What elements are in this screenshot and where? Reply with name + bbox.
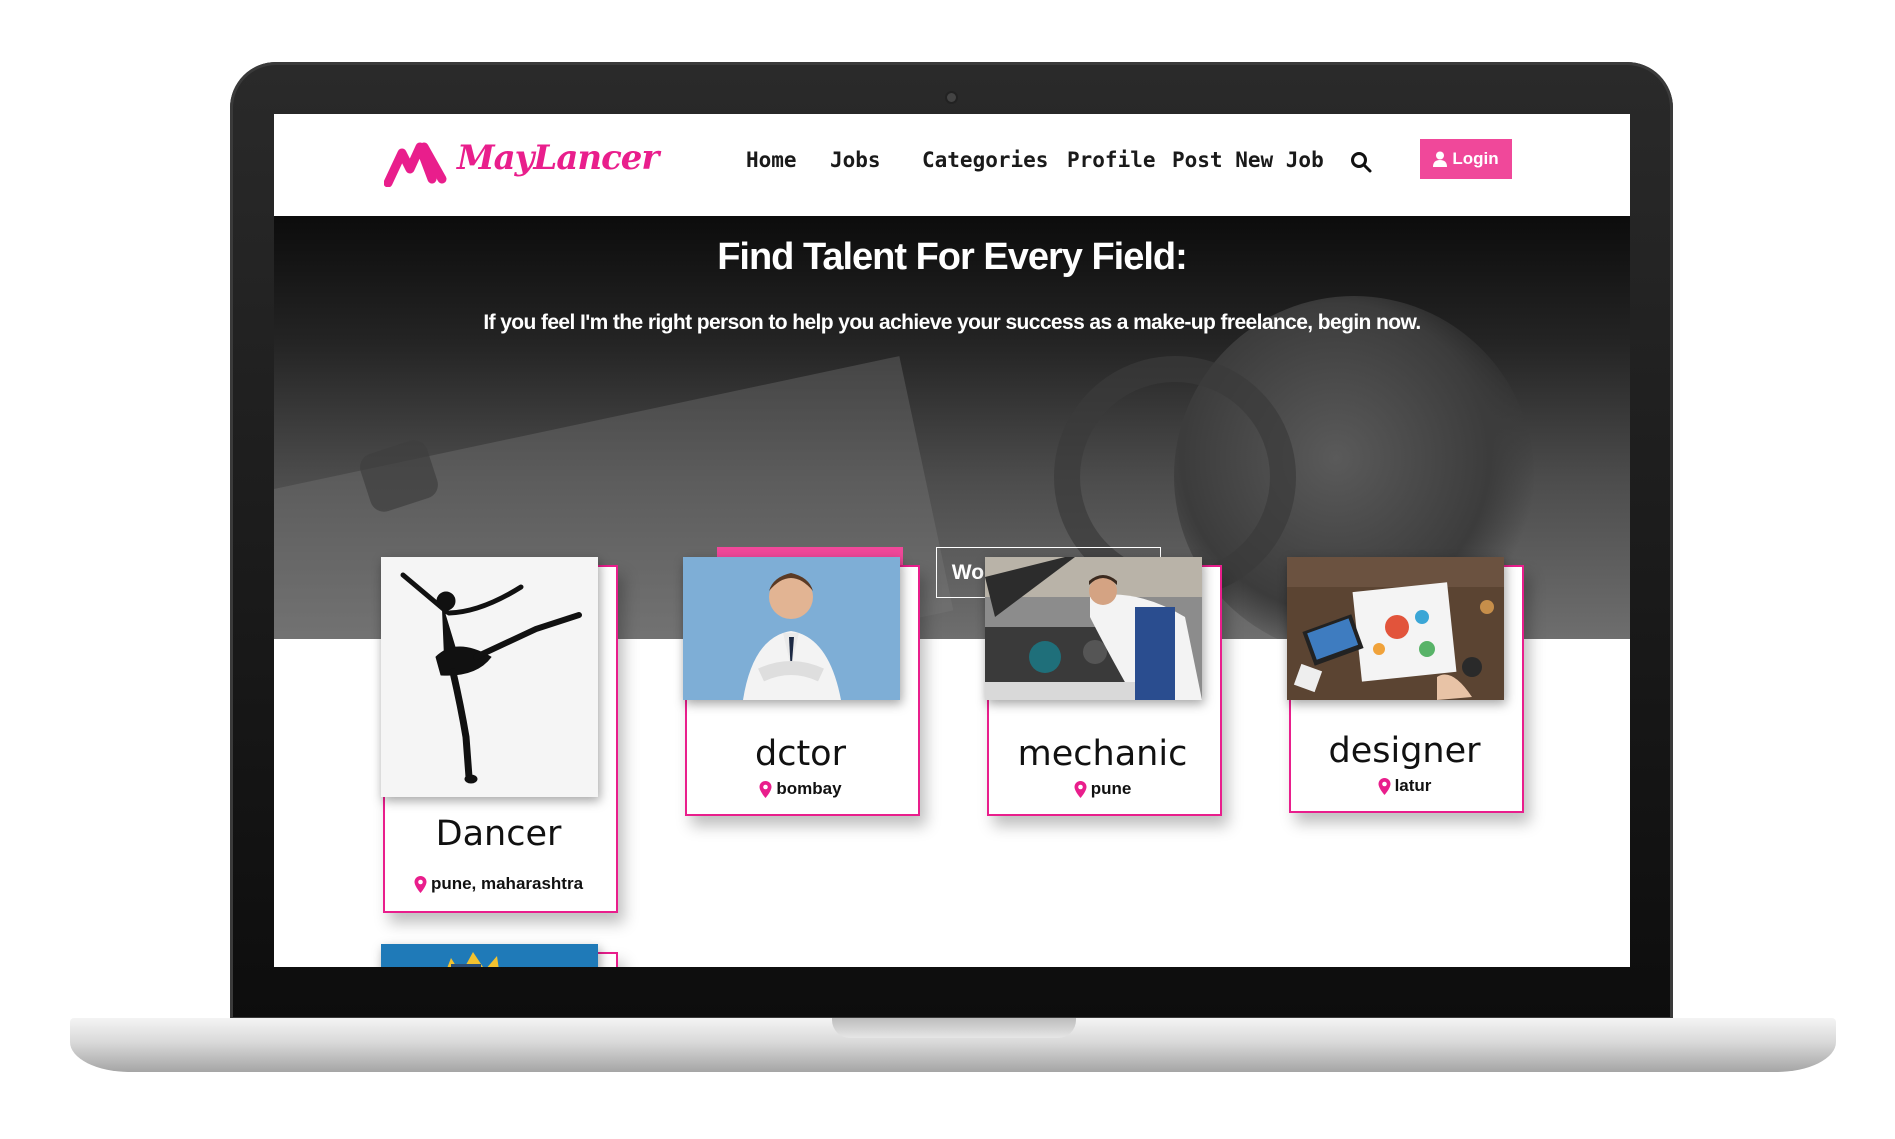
card-location: pune: [987, 779, 1218, 799]
mechanic-photo-icon: [985, 557, 1202, 700]
card-location: pune, maharashtra: [383, 874, 614, 894]
card-image-designer[interactable]: [1287, 557, 1504, 700]
card-location: latur: [1289, 776, 1520, 796]
map-pin-icon: [1074, 780, 1087, 798]
card-image-dancer[interactable]: [381, 557, 598, 797]
card-location-text: bombay: [776, 779, 842, 798]
camera-icon: [947, 93, 956, 102]
card-location: bombay: [685, 779, 916, 799]
designer-photo-icon: [1287, 557, 1504, 700]
dancer-silhouette-icon: [400, 572, 582, 784]
map-pin-icon: [759, 780, 772, 798]
navbar: MayLancer Home Jobs Categories Profile P…: [274, 114, 1630, 216]
card-location-text: latur: [1394, 776, 1432, 795]
hero-title: Find Talent For Every Field:: [717, 236, 1188, 278]
map-pin-icon: [1378, 777, 1391, 795]
card-image-partial[interactable]: [381, 944, 598, 967]
map-pin-icon: [414, 875, 427, 893]
card-title: dctor: [755, 734, 846, 774]
card-title: mechanic: [1017, 734, 1188, 774]
doctor-photo-icon: [683, 557, 900, 700]
nav-jobs[interactable]: Jobs: [830, 148, 881, 172]
logo-icon: [384, 142, 447, 187]
user-icon: [1433, 151, 1448, 167]
brand-name[interactable]: MayLancer: [457, 138, 659, 178]
nav-categories[interactable]: Categories: [922, 148, 1048, 172]
login-label: Login: [1452, 149, 1499, 168]
card-image-mechanic[interactable]: [985, 557, 1202, 700]
nav-home[interactable]: Home: [746, 148, 797, 172]
nav-post-new-job[interactable]: Post New Job: [1172, 148, 1324, 172]
card-location-text: pune, maharashtra: [430, 874, 584, 893]
nav-profile[interactable]: Profile: [1067, 148, 1156, 172]
search-icon[interactable]: [1349, 150, 1373, 174]
login-button[interactable]: Login: [1420, 139, 1512, 179]
screen: MayLancer Home Jobs Categories Profile P…: [274, 114, 1630, 967]
laptop-notch: [832, 1018, 1076, 1038]
card-location-text: pune: [1090, 779, 1132, 798]
hero-subtitle: If you feel I'm the right person to help…: [483, 311, 1421, 334]
card-title: designer: [1328, 731, 1481, 771]
card-image-doctor[interactable]: [683, 557, 900, 700]
card-title: Dancer: [435, 814, 562, 854]
partial-image-icon: [381, 944, 598, 967]
